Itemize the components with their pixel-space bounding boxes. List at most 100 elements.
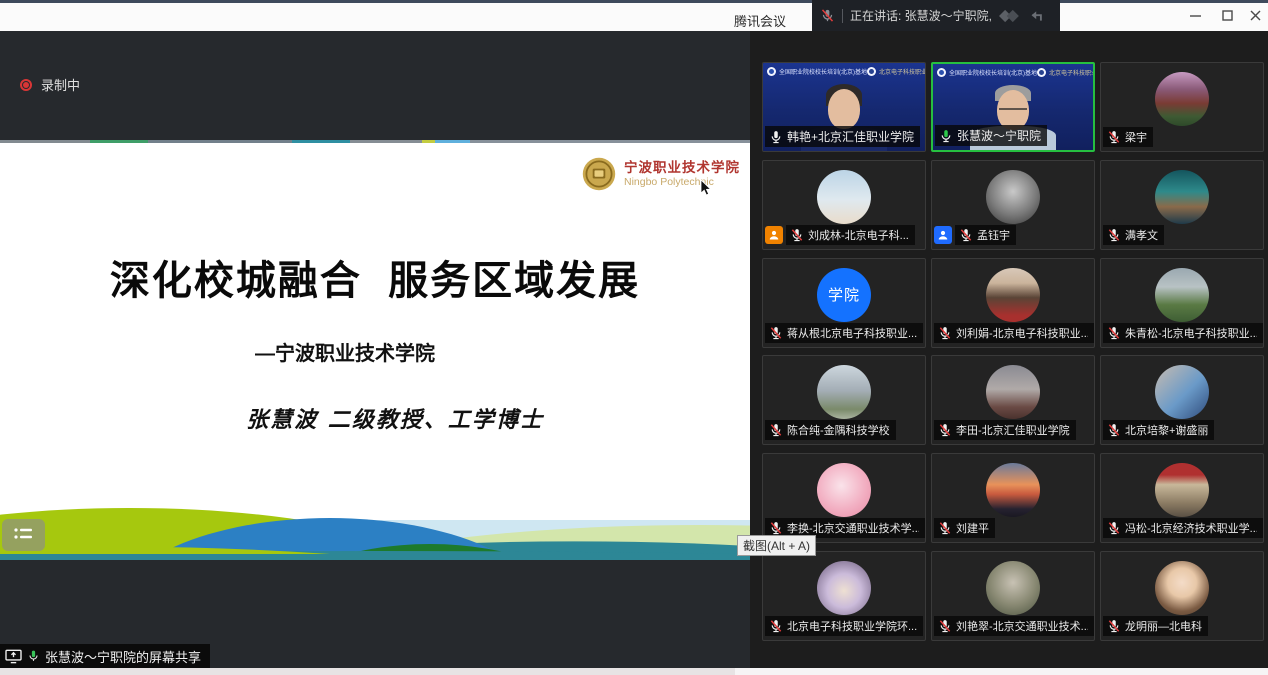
- tile-footer: 北京电子科技职业学院环...: [765, 616, 923, 636]
- presentation-slide: 宁波职业技术学院 Ningbo Polytechnic 深化校城融合 服务区域发…: [0, 140, 750, 560]
- participant-tile[interactable]: 李换-北京交通职业技术学...: [762, 453, 926, 543]
- tile-footer: 张慧波～宁职院: [935, 125, 1047, 146]
- mic-icon: [1107, 521, 1121, 535]
- screen-share-icon: [5, 649, 22, 664]
- maximize-button[interactable]: [1212, 0, 1242, 31]
- tile-footer: 刘利娟-北京电子科技职业...: [934, 323, 1094, 343]
- participant-name: 李田-北京汇佳职业学院: [956, 422, 1070, 438]
- shared-screen-area: 录制中 宁波职业技术学院 Ningbo Polytechnic: [0, 31, 750, 675]
- mic-icon: [769, 521, 783, 535]
- mouse-cursor: [700, 180, 712, 196]
- presenter-mic-icon: [27, 649, 40, 663]
- participant-avatar: [986, 463, 1040, 517]
- recording-indicator: 录制中: [20, 75, 80, 94]
- participant-avatar: [986, 268, 1040, 322]
- tile-footer: 刘成林-北京电子科...: [765, 225, 915, 245]
- tile-footer: 朱青松-北京电子科技职业...: [1103, 323, 1263, 343]
- mic-icon: [769, 326, 783, 340]
- mic-icon: [790, 228, 804, 242]
- participant-name: 满孝文: [1125, 227, 1158, 243]
- participant-avatar: [817, 170, 871, 224]
- participant-name: 蒋从根北京电子科技职业...: [787, 325, 917, 341]
- participant-avatar: [986, 561, 1040, 615]
- participants-panel: 全国职业院校校长培训(北京)基地 北京电子科技职业学院: [750, 31, 1268, 668]
- participant-tile[interactable]: 孟钰宇: [931, 160, 1095, 250]
- role-badge-icon: [765, 226, 783, 244]
- tile-footer: 韩艳+北京汇佳职业学院: [765, 126, 920, 147]
- tile-footer: 刘艳翠-北京交通职业技术...: [934, 616, 1094, 636]
- participant-avatar: [1155, 268, 1209, 322]
- slide-top-stripe: [0, 140, 750, 143]
- restore-arrow-icon[interactable]: [1029, 9, 1045, 23]
- participant-avatar: 学院: [817, 268, 871, 322]
- participant-name: 刘艳翠-北京交通职业技术...: [956, 618, 1088, 634]
- participant-tile[interactable]: 刘建平: [931, 453, 1095, 543]
- participant-name: 韩艳+北京汇佳职业学院: [787, 128, 914, 145]
- participant-tile[interactable]: 李田-北京汇佳职业学院: [931, 355, 1095, 445]
- mic-icon: [769, 619, 783, 633]
- slide-wave-graphic: [0, 502, 750, 560]
- participant-avatar: [1155, 365, 1209, 419]
- mic-icon: [769, 130, 783, 144]
- participant-avatar: [1155, 463, 1209, 517]
- participant-tile[interactable]: 北京电子科技职业学院环...: [762, 551, 926, 641]
- tile-footer: 李田-北京汇佳职业学院: [934, 420, 1076, 440]
- tile-footer: 冯松-北京经济技术职业学...: [1103, 518, 1263, 538]
- slide-subtitle: —宁波职业技术学院: [0, 337, 690, 366]
- school-name-cn: 宁波职业技术学院: [624, 160, 740, 176]
- participant-tile[interactable]: 龙明丽—北电科: [1100, 551, 1264, 641]
- participant-tile[interactable]: 梁宇: [1100, 62, 1264, 152]
- participant-name: 朱青松-北京电子科技职业...: [1125, 325, 1257, 341]
- participant-name: 刘建平: [956, 520, 989, 536]
- mic-icon: [938, 521, 952, 535]
- role-badge-icon: [934, 226, 952, 244]
- speaking-label: 正在讲话: 张慧波～宁职院,: [850, 7, 992, 24]
- tile-footer: 陈合纯-金隅科技学校: [765, 420, 896, 440]
- mic-icon: [1107, 619, 1121, 633]
- participant-tile[interactable]: 北京培黎+谢盛丽: [1100, 355, 1264, 445]
- mic-icon: [938, 423, 952, 437]
- tile-footer: 梁宇: [1103, 127, 1153, 147]
- divider: [842, 9, 843, 23]
- participant-tile[interactable]: 满孝文: [1100, 160, 1264, 250]
- annotation-toolbar-button[interactable]: [2, 519, 45, 551]
- participant-tile[interactable]: 冯松-北京经济技术职业学...: [1100, 453, 1264, 543]
- tile-footer: 满孝文: [1103, 225, 1164, 245]
- tile-footer: 刘建平: [934, 518, 995, 538]
- participant-name: 北京培黎+谢盛丽: [1125, 422, 1208, 438]
- slide-title: 深化校城融合 服务区域发展: [0, 248, 750, 306]
- participant-name: 冯松-北京经济技术职业学...: [1125, 520, 1257, 536]
- participant-name: 陈合纯-金隅科技学校: [787, 422, 890, 438]
- muted-mic-icon: [820, 8, 835, 23]
- participant-tile[interactable]: 朱青松-北京电子科技职业...: [1100, 258, 1264, 348]
- mic-icon: [1107, 228, 1121, 242]
- title-bar: 腾讯会议: [0, 3, 1268, 31]
- bottom-bar: [0, 668, 1268, 675]
- avatar-text: 学院: [828, 284, 860, 305]
- participant-tile[interactable]: 学院 蒋从根北京电: [762, 258, 926, 348]
- participant-avatar: [817, 561, 871, 615]
- mic-icon: [769, 423, 783, 437]
- school-logo: 宁波职业技术学院 Ningbo Polytechnic: [581, 156, 740, 192]
- participant-tile[interactable]: 全国职业院校校长培训(北京)基地 北京电子科技职业学院: [931, 62, 1095, 152]
- mic-icon: [1107, 130, 1121, 144]
- close-button[interactable]: [1240, 0, 1268, 31]
- participant-avatar: [817, 463, 871, 517]
- mic-icon: [959, 228, 973, 242]
- participant-tile[interactable]: 刘艳翠-北京交通职业技术...: [931, 551, 1095, 641]
- participant-tile[interactable]: 陈合纯-金隅科技学校: [762, 355, 926, 445]
- school-seal-icon: [581, 156, 617, 192]
- school-name-en: Ningbo Polytechnic: [624, 176, 740, 188]
- participant-name: 北京电子科技职业学院环...: [787, 618, 917, 634]
- tencent-meeting-window: 腾讯会议 正在讲话: 张慧波～宁职院,: [0, 0, 1268, 675]
- participant-tile[interactable]: 刘成林-北京电子科...: [762, 160, 926, 250]
- list-icon: [13, 526, 35, 544]
- tile-footer: 孟钰宇: [934, 225, 1016, 245]
- participant-avatar: [1155, 561, 1209, 615]
- participant-avatar: [817, 365, 871, 419]
- screen-share-banner: 张慧波～宁职院的屏幕共享: [0, 644, 210, 668]
- speaking-indicator[interactable]: 正在讲话: 张慧波～宁职院,: [812, 0, 1060, 31]
- minimize-button[interactable]: [1180, 0, 1210, 31]
- participant-tile[interactable]: 全国职业院校校长培训(北京)基地 北京电子科技职业学院: [762, 62, 926, 152]
- participant-tile[interactable]: 刘利娟-北京电子科技职业...: [931, 258, 1095, 348]
